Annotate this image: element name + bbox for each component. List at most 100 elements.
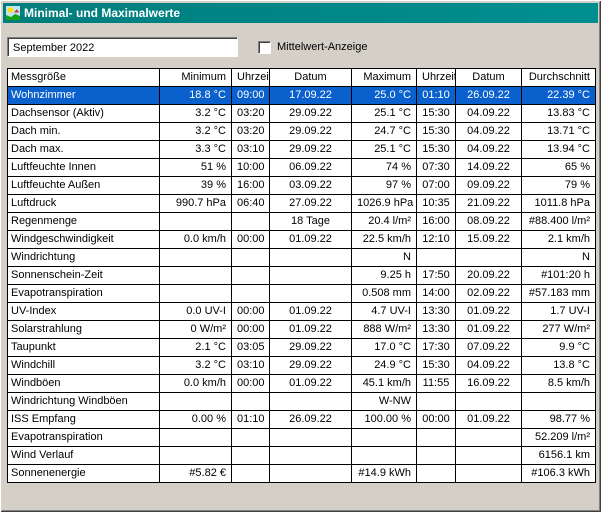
- cell-min-datum: [270, 447, 352, 465]
- column-header-datum-min[interactable]: Datum: [270, 69, 352, 87]
- table-row[interactable]: UV-Index 0.0 UV-I 00:00 01.09.22 4.7 UV-…: [8, 303, 596, 321]
- cell-max-uhrzeit: 11:55: [417, 375, 456, 393]
- cell-messgroesse: Windchill: [8, 357, 160, 375]
- cell-minimum: 0 W/m²: [160, 321, 232, 339]
- cell-durchschnitt: N: [522, 249, 596, 267]
- column-header-minimum[interactable]: Minimum: [160, 69, 232, 87]
- table-row[interactable]: Dach min. 3.2 °C 03:20 29.09.22 24.7 °C …: [8, 123, 596, 141]
- cell-maximum: 22.5 km/h: [352, 231, 417, 249]
- cell-durchschnitt: 6156.1 km: [522, 447, 596, 465]
- cell-messgroesse: Solarstrahlung: [8, 321, 160, 339]
- cell-min-datum: 01.09.22: [270, 321, 352, 339]
- table-row[interactable]: Taupunkt 2.1 °C 03:05 29.09.22 17.0 °C 1…: [8, 339, 596, 357]
- cell-min-uhrzeit: 00:00: [232, 303, 270, 321]
- cell-durchschnitt: 13.71 °C: [522, 123, 596, 141]
- cell-maximum: 74 %: [352, 159, 417, 177]
- cell-messgroesse: Taupunkt: [8, 339, 160, 357]
- table-row[interactable]: Windrichtung Windböen W-NW: [8, 393, 596, 411]
- period-select[interactable]: September 2022: [7, 37, 238, 57]
- table-row[interactable]: Luftfeuchte Außen 39 % 16:00 03.09.22 97…: [8, 177, 596, 195]
- table-row[interactable]: Luftdruck 990.7 hPa 06:40 27.09.22 1026.…: [8, 195, 596, 213]
- cell-max-uhrzeit: 17:50: [417, 267, 456, 285]
- table-row[interactable]: Sonnenenergie #5.82 € #14.9 kWh #106.3 k…: [8, 465, 596, 483]
- cell-durchschnitt: 98.77 %: [522, 411, 596, 429]
- cell-durchschnitt: #106.3 kWh: [522, 465, 596, 483]
- cell-min-datum: 17.09.22: [270, 87, 352, 105]
- cell-durchschnitt: 1011.8 hPa: [522, 195, 596, 213]
- table-row[interactable]: Windböen 0.0 km/h 00:00 01.09.22 45.1 km…: [8, 375, 596, 393]
- cell-messgroesse: UV-Index: [8, 303, 160, 321]
- cell-min-uhrzeit: 00:00: [232, 375, 270, 393]
- cell-durchschnitt: #101:20 h: [522, 267, 596, 285]
- mittelwert-checkbox[interactable]: [258, 41, 271, 54]
- cell-maximum: N: [352, 249, 417, 267]
- cell-messgroesse: Sonnenschein-Zeit: [8, 267, 160, 285]
- column-header-messgroesse[interactable]: Messgröße: [8, 69, 160, 87]
- cell-min-datum: 18 Tage: [270, 213, 352, 231]
- cell-maximum: 1026.9 hPa: [352, 195, 417, 213]
- table-row[interactable]: Windrichtung N N: [8, 249, 596, 267]
- cell-min-uhrzeit: [232, 447, 270, 465]
- cell-min-uhrzeit: [232, 465, 270, 483]
- cell-max-uhrzeit: 07:30: [417, 159, 456, 177]
- cell-max-datum: 26.09.22: [456, 87, 522, 105]
- table-body: Wohnzimmer 18.8 °C 09:00 17.09.22 25.0 °…: [8, 87, 596, 483]
- table-row[interactable]: Evapotranspiration 0.508 mm 14:00 02.09.…: [8, 285, 596, 303]
- cell-maximum: #14.9 kWh: [352, 465, 417, 483]
- cell-durchschnitt: 1.7 UV-I: [522, 303, 596, 321]
- cell-minimum: [160, 393, 232, 411]
- cell-minimum: [160, 249, 232, 267]
- cell-min-uhrzeit: [232, 249, 270, 267]
- cell-max-uhrzeit: 14:00: [417, 285, 456, 303]
- table-header-row: Messgröße Minimum Uhrzeit Datum Maximum …: [8, 69, 596, 87]
- cell-durchschnitt: 13.94 °C: [522, 141, 596, 159]
- title-bar[interactable]: Minimal- und Maximalwerte: [3, 3, 598, 23]
- table-row[interactable]: Dachsensor (Aktiv) 3.2 °C 03:20 29.09.22…: [8, 105, 596, 123]
- cell-max-uhrzeit: 00:00: [417, 411, 456, 429]
- table-row[interactable]: Windgeschwindigkeit 0.0 km/h 00:00 01.09…: [8, 231, 596, 249]
- cell-messgroesse: Evapotranspiration: [8, 285, 160, 303]
- cell-min-datum: 29.09.22: [270, 339, 352, 357]
- table-row[interactable]: Windchill 3.2 °C 03:10 29.09.22 24.9 °C …: [8, 357, 596, 375]
- cell-max-datum: 15.09.22: [456, 231, 522, 249]
- column-header-uhrzeit-min[interactable]: Uhrzeit: [232, 69, 270, 87]
- table-row[interactable]: Wohnzimmer 18.8 °C 09:00 17.09.22 25.0 °…: [8, 87, 596, 105]
- cell-messgroesse: Windgeschwindigkeit: [8, 231, 160, 249]
- app-icon[interactable]: [6, 6, 20, 20]
- column-header-durchschnitt[interactable]: Durchschnitt: [522, 69, 596, 87]
- table-row[interactable]: ISS Empfang 0.00 % 01:10 26.09.22 100.00…: [8, 411, 596, 429]
- cell-min-datum: [270, 393, 352, 411]
- cell-max-datum: 01.09.22: [456, 411, 522, 429]
- column-header-maximum[interactable]: Maximum: [352, 69, 417, 87]
- cell-max-datum: 21.09.22: [456, 195, 522, 213]
- cell-messgroesse: Luftfeuchte Außen: [8, 177, 160, 195]
- table-row[interactable]: Sonnenschein-Zeit 9.25 h 17:50 20.09.22 …: [8, 267, 596, 285]
- table-row[interactable]: Luftfeuchte Innen 51 % 10:00 06.09.22 74…: [8, 159, 596, 177]
- cell-min-uhrzeit: 03:20: [232, 105, 270, 123]
- cell-max-uhrzeit: 15:30: [417, 123, 456, 141]
- cell-max-uhrzeit: 16:00: [417, 213, 456, 231]
- cell-maximum: 25.1 °C: [352, 141, 417, 159]
- table-row[interactable]: Solarstrahlung 0 W/m² 00:00 01.09.22 888…: [8, 321, 596, 339]
- mittelwert-checkbox-label[interactable]: Mittelwert-Anzeige: [277, 41, 367, 53]
- cell-min-uhrzeit: [232, 267, 270, 285]
- table-row[interactable]: Wind Verlauf 6156.1 km: [8, 447, 596, 465]
- column-header-datum-max[interactable]: Datum: [456, 69, 522, 87]
- cell-maximum: W-NW: [352, 393, 417, 411]
- cell-minimum: 3.3 °C: [160, 141, 232, 159]
- table-row[interactable]: Dach max. 3.3 °C 03:10 29.09.22 25.1 °C …: [8, 141, 596, 159]
- cell-min-datum: 03.09.22: [270, 177, 352, 195]
- table-row[interactable]: Regenmenge 18 Tage 20.4 l/m² 16:00 08.09…: [8, 213, 596, 231]
- column-header-uhrzeit-max[interactable]: Uhrzeit: [417, 69, 456, 87]
- cell-max-uhrzeit: 17:30: [417, 339, 456, 357]
- cell-minimum: 0.0 UV-I: [160, 303, 232, 321]
- cell-durchschnitt: 2.1 km/h: [522, 231, 596, 249]
- cell-maximum: 20.4 l/m²: [352, 213, 417, 231]
- cell-messgroesse: Wind Verlauf: [8, 447, 160, 465]
- mittelwert-checkbox-group: Mittelwert-Anzeige: [258, 40, 367, 54]
- cell-messgroesse: ISS Empfang: [8, 411, 160, 429]
- table-row[interactable]: Evapotranspiration 52.209 l/m²: [8, 429, 596, 447]
- cell-max-datum: [456, 393, 522, 411]
- cell-messgroesse: Luftdruck: [8, 195, 160, 213]
- cell-messgroesse: Dachsensor (Aktiv): [8, 105, 160, 123]
